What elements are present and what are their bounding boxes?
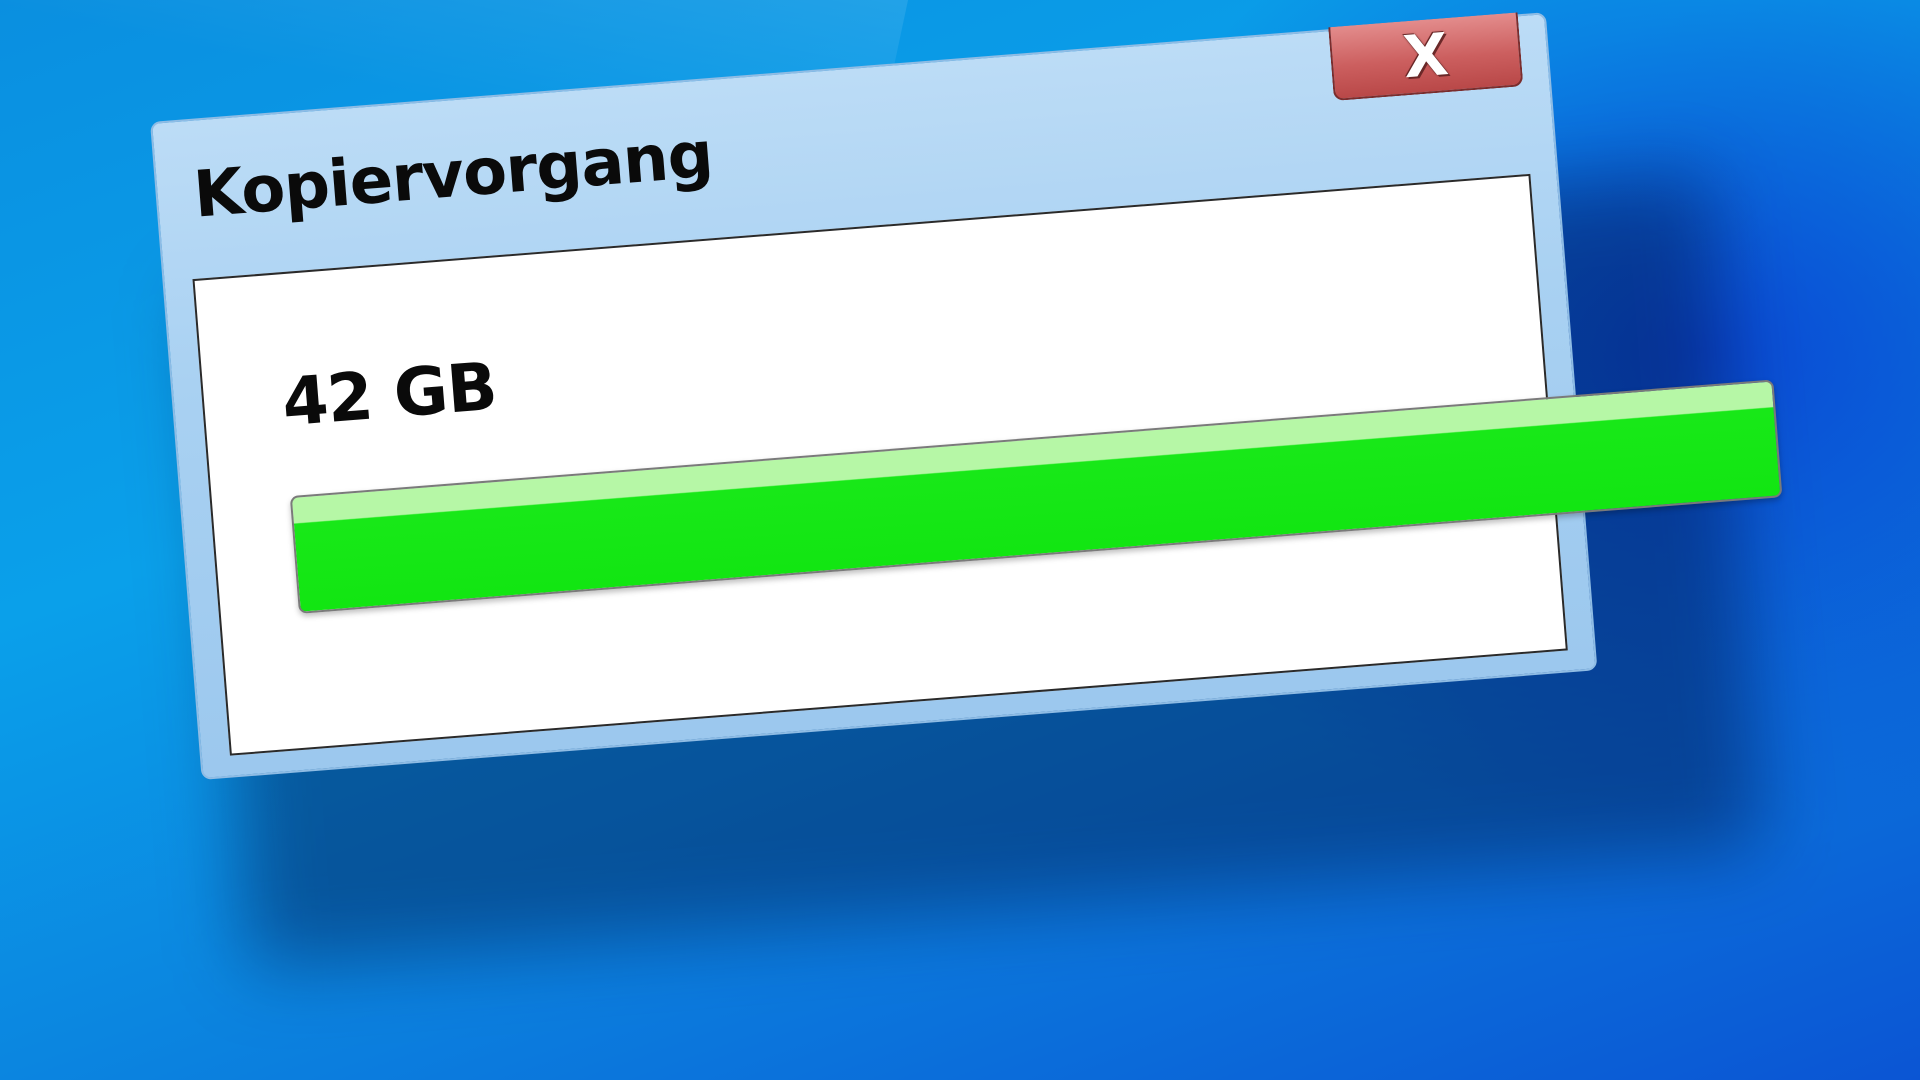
close-button[interactable]: X [1328, 12, 1524, 102]
progress-bar-fill [289, 379, 1783, 614]
dialog-content-area: 42 GB [192, 173, 1783, 756]
close-icon: X [1400, 20, 1451, 92]
progress-bar [289, 379, 1783, 614]
copy-dialog-window: Kopiervorgang X 42 GB [150, 12, 1783, 780]
dialog-title: Kopiervorgang [191, 118, 716, 233]
copy-size-label: 42 GB [279, 347, 500, 442]
